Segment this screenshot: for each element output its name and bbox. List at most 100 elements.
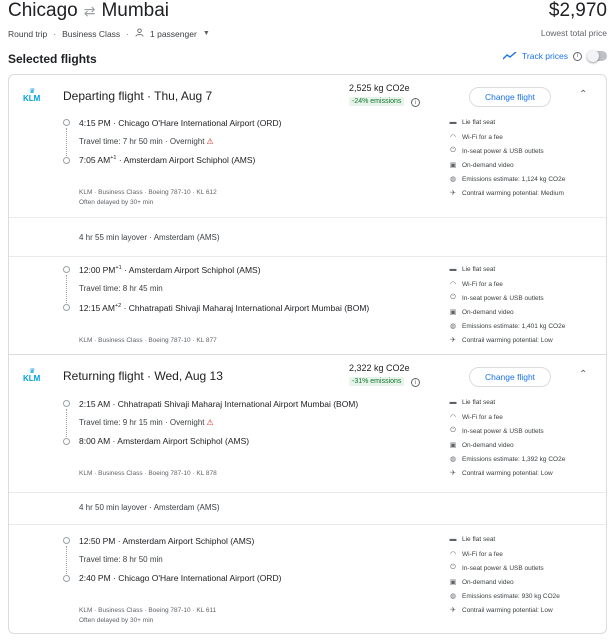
departing-flight-card: ♛ KLM Departing flight · Thu, Aug 7 2,525… — [8, 74, 607, 355]
timeline-line — [66, 546, 67, 574]
amenity-item: ◍ Emissions estimate: 1,124 kg CO2e — [449, 175, 566, 184]
globe-icon: ◍ — [449, 456, 457, 463]
amenity-item: ⏻ In-seat power & USB outlets — [450, 147, 544, 155]
timeline-dot — [63, 157, 70, 164]
timeline-dot — [63, 438, 70, 445]
flight-details: KLM · Business Class · Boeing 787-10 · K… — [79, 189, 217, 206]
total-price: $2,970 — [548, 0, 607, 21]
departure-row: 2:15 AM · Chhatrapati Shivaji Maharaj In… — [79, 399, 359, 409]
amenity-item: ✈ Contrail warming potential: Low — [450, 469, 553, 478]
arrival-row: 7:05 AM+1 · Amsterdam Airport Schiphol (… — [79, 155, 256, 165]
globe-icon: ◍ — [449, 323, 457, 330]
departure-row: 12:00 PM+1 · Amsterdam Airport Schiphol … — [79, 265, 261, 275]
timeline-line — [66, 409, 67, 437]
power-icon: ⏻ — [450, 427, 456, 434]
departing-title: Departing flight · Thu, Aug 7 — [63, 89, 213, 103]
trip-options: Round trip · Business Class · 1 passenge… — [8, 28, 210, 39]
contrail-icon: ✈ — [450, 190, 456, 197]
departure-row: 12:50 PM · Amsterdam Airport Schiphol (A… — [79, 536, 255, 546]
seat-icon: ▬ — [449, 399, 457, 406]
amenity-item: ⏻ In-seat power & USB outlets — [450, 294, 544, 302]
track-prices-label[interactable]: Track prices — [522, 51, 568, 61]
arrival-row: 12:15 AM+2 · Chhatrapati Shivaji Maharaj… — [79, 303, 370, 313]
globe-icon: ◍ — [449, 593, 457, 600]
contrail-icon: ✈ — [450, 337, 456, 344]
warning-icon: ⚠ — [206, 418, 214, 427]
amenity-item: ◠ Wi-Fi for a fee — [449, 550, 503, 559]
amenity-item: ✈ Contrail warming potential: Low — [450, 606, 553, 615]
arrival-row: 8:00 AM · Amsterdam Airport Schiphol (AM… — [79, 436, 250, 446]
warning-icon: ⚠ — [206, 137, 214, 146]
passenger-count[interactable]: 1 passenger — [150, 29, 197, 39]
video-icon: ▣ — [449, 309, 457, 316]
swap-arrows-icon: ⇄ — [83, 2, 96, 19]
wifi-icon: ◠ — [449, 551, 457, 558]
travel-time-row: Travel time: 9 hr 15 min · Overnight ⚠ — [79, 418, 214, 427]
timeline-dot — [63, 304, 70, 311]
passenger-icon — [135, 28, 144, 39]
video-icon: ▣ — [449, 442, 457, 449]
flight-details: KLM · Business Class · Boeing 787-10 · K… — [79, 470, 217, 477]
amenity-item: ▣ On-demand video — [449, 308, 514, 317]
emissions-info-icon[interactable]: i — [411, 98, 420, 107]
info-icon[interactable]: i — [573, 51, 582, 61]
change-departing-flight-button[interactable]: Change flight — [469, 87, 551, 107]
timeline-dot — [63, 266, 70, 273]
returning-emissions-badge: -31% emissions — [349, 377, 405, 386]
returning-title: Returning flight · Wed, Aug 13 — [63, 369, 223, 383]
collapse-chevron-icon[interactable]: ⌃ — [579, 369, 587, 380]
destination-city: Mumbai — [101, 0, 170, 21]
contrail-icon: ✈ — [450, 470, 456, 477]
separator-dot: · — [53, 28, 57, 39]
amenity-item: ▣ On-demand video — [449, 161, 514, 170]
price-note: Lowest total price — [540, 28, 607, 38]
trend-icon — [503, 52, 517, 60]
departing-emissions-badge: -24% emissions — [349, 97, 405, 106]
divider — [9, 256, 606, 257]
contrail-icon: ✈ — [450, 607, 456, 614]
flight-details: KLM · Business Class · Boeing 787-10 · K… — [79, 607, 217, 624]
amenity-item: ▣ On-demand video — [449, 441, 514, 450]
power-icon: ⏻ — [450, 294, 456, 301]
dropdown-caret-icon[interactable]: ▼ — [203, 30, 210, 37]
video-icon: ▣ — [449, 579, 457, 586]
collapse-chevron-icon[interactable]: ⌃ — [579, 89, 587, 100]
layover-info: 4 hr 50 min layover · Amsterdam (AMS) — [79, 503, 220, 512]
flight-details: KLM · Business Class · Boeing 787-10 · K… — [79, 337, 217, 344]
amenity-item: ◠ Wi-Fi for a fee — [449, 133, 503, 142]
departure-row: 4:15 PM · Chicago O'Hare International A… — [79, 118, 282, 128]
change-returning-flight-button[interactable]: Change flight — [469, 367, 551, 387]
amenity-item: ⏻ In-seat power & USB outlets — [450, 564, 544, 572]
timeline-dot — [63, 575, 70, 582]
timeline-dot — [63, 400, 70, 407]
origin-city: Chicago — [8, 0, 78, 21]
arrival-row: 2:40 PM · Chicago O'Hare International A… — [79, 573, 282, 583]
amenity-item: ▬ Lie flat seat — [449, 399, 496, 406]
cabin-class: Business Class — [62, 28, 121, 39]
track-prices[interactable]: Track prices i — [503, 50, 607, 62]
seat-icon: ▬ — [449, 266, 457, 273]
klm-logo: ♛ KLM — [23, 88, 41, 103]
track-prices-toggle[interactable] — [587, 50, 607, 62]
departing-co2: 2,525 kg CO2e — [349, 83, 410, 93]
returning-co2: 2,322 kg CO2e — [349, 363, 410, 373]
amenity-item: ▣ On-demand video — [449, 578, 514, 587]
klm-logo: ♛ KLM — [23, 368, 41, 383]
amenity-item: ◠ Wi-Fi for a fee — [449, 413, 503, 422]
separator-dot: · — [126, 28, 130, 39]
amenity-item: ✈ Contrail warming potential: Medium — [450, 189, 564, 198]
timeline-line — [66, 128, 67, 156]
emissions-info-icon[interactable]: i — [411, 378, 420, 387]
route-title: Chicago ⇄ Mumbai — [8, 0, 169, 22]
power-icon: ⏻ — [450, 564, 456, 571]
divider — [9, 524, 606, 525]
amenity-item: ⏻ In-seat power & USB outlets — [450, 427, 544, 435]
travel-time-row: Travel time: 7 hr 50 min · Overnight ⚠ — [79, 137, 214, 146]
divider — [9, 492, 606, 493]
amenity-item: ◠ Wi-Fi for a fee — [449, 280, 503, 289]
divider — [9, 217, 606, 218]
amenity-item: ▬ Lie flat seat — [449, 266, 496, 273]
video-icon: ▣ — [449, 162, 457, 169]
wifi-icon: ◠ — [449, 134, 457, 141]
layover-info: 4 hr 55 min layover · Amsterdam (AMS) — [79, 233, 220, 242]
